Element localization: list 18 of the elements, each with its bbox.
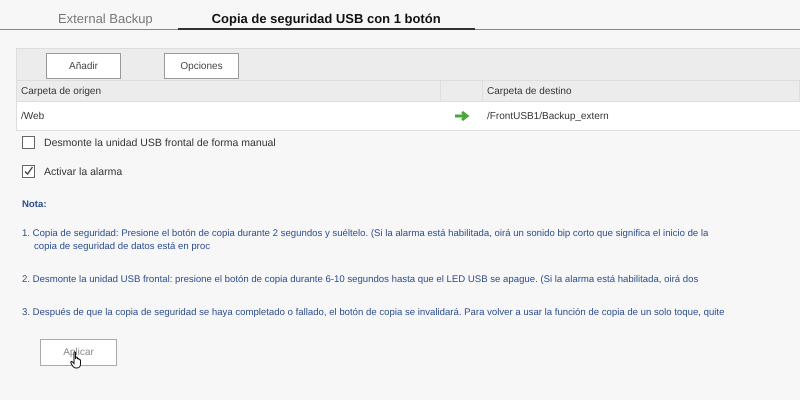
checkbox-label: Desmonte la unidad USB frontal de forma manual [44,136,276,148]
tab[interactable]: Copia de seguridad USB con 1 botón [178,0,475,30]
note-text: 2. Desmonte la unidad USB frontal: presione el botón de copia durante 6-10 segundos hasta que el LED USB se apague. (Si la alarma está habilitada, oirá dos [22,273,698,286]
note-text: 3. Después de que la copia de seguridad se haya completado o fallado, el botón de copia se invalidará. Para volver a usar la función de copia de un solo toque, quite [22,306,724,319]
tab[interactable]: External Backup [38,0,173,30]
note-text: copia de seguridad de datos está en proc [33,240,210,253]
note-title: Nota: [22,199,48,210]
arrow-right-icon [454,110,470,122]
checkbox-label: Activar la alarma [44,166,122,178]
table-cell-text: /FrontUSB1/Backup_extern [486,110,610,122]
note-text: 1. Copia de seguridad: Presione el botón de copia durante 2 segundos y suéltelo. (Si la alarma está habilitada, oirá un sonido bip corto que significa el inicio de la [22,227,708,240]
table-cell-text: /Web [20,110,46,122]
table-row[interactable]: /Web /FrontUSB1/Backup_extern [17,101,800,130]
add-button[interactable]: Añadir [46,53,121,79]
options-button[interactable]: Opciones [164,53,239,79]
checkbox[interactable] [22,165,35,178]
apply-button[interactable]: Aplicar [40,339,117,366]
checkbox[interactable] [22,136,35,149]
